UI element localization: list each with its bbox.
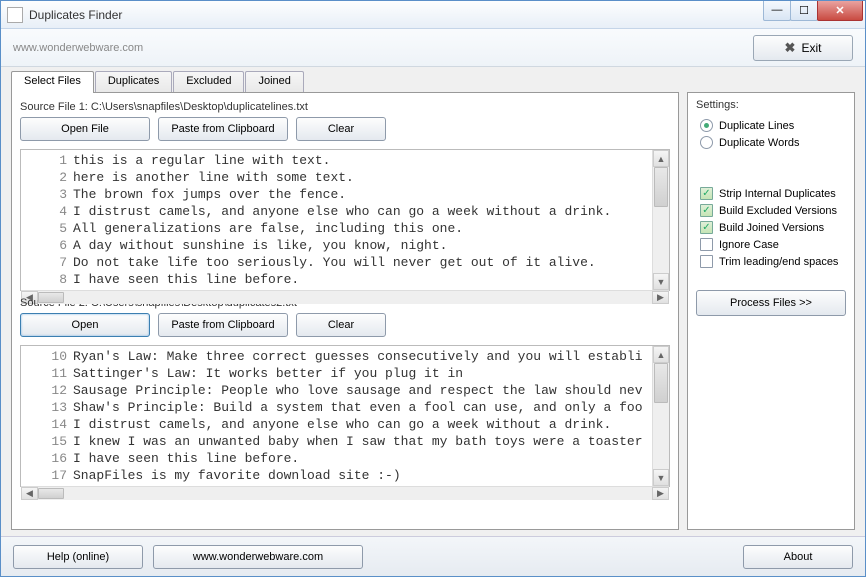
check-label: Trim leading/end spaces [719, 256, 838, 268]
toolbar-url: www.wonderwebware.com [13, 42, 753, 54]
radio-duplicate-words[interactable]: Duplicate Words [700, 136, 846, 149]
tab-select-files[interactable]: Select Files [11, 71, 94, 93]
check-label: Ignore Case [719, 239, 779, 251]
check-label: Build Joined Versions [719, 222, 824, 234]
tab-excluded[interactable]: Excluded [173, 71, 244, 93]
minimize-button[interactable]: — [763, 1, 791, 21]
radio-label: Duplicate Words [719, 137, 800, 149]
settings-panel: Settings: Duplicate Lines Duplicate Word… [687, 92, 855, 530]
source1-gutter: 1 2 3 4 5 6 7 8 [21, 152, 73, 288]
source1-clear-button[interactable]: Clear [296, 117, 386, 141]
source1-vscrollbar[interactable]: ▲ ▼ [652, 150, 669, 290]
source2-open-button[interactable]: Open [20, 313, 150, 337]
process-button[interactable]: Process Files >> [696, 290, 846, 316]
source2-clear-button[interactable]: Clear [296, 313, 386, 337]
radio-icon [700, 119, 713, 132]
source1-lines: this is a regular line with text. here i… [73, 152, 652, 288]
about-button[interactable]: About [743, 545, 853, 569]
check-option-0[interactable]: Strip Internal Duplicates [700, 187, 846, 200]
app-icon [7, 7, 23, 23]
check-label: Build Excluded Versions [719, 205, 837, 217]
scroll-right-icon[interactable]: ▶ [652, 487, 669, 500]
source1-paste-button[interactable]: Paste from Clipboard [158, 117, 288, 141]
scroll-down-icon[interactable]: ▼ [653, 273, 669, 290]
exit-button[interactable]: ✖ Exit [753, 35, 853, 61]
check-option-3[interactable]: Ignore Case [700, 238, 846, 251]
scroll-down-icon[interactable]: ▼ [653, 469, 669, 486]
scroll-thumb[interactable] [654, 363, 668, 403]
site-button[interactable]: www.wonderwebware.com [153, 545, 363, 569]
x-icon: ✖ [785, 40, 796, 56]
scroll-thumb[interactable] [654, 167, 668, 207]
check-label: Strip Internal Duplicates [719, 188, 836, 200]
checkbox-icon [700, 255, 713, 268]
checkbox-icon [700, 204, 713, 217]
source2-paste-button[interactable]: Paste from Clipboard [158, 313, 288, 337]
footer: Help (online) www.wonderwebware.com Abou… [1, 536, 865, 576]
window-title: Duplicates Finder [29, 8, 764, 22]
check-option-1[interactable]: Build Excluded Versions [700, 204, 846, 217]
source2-textbox[interactable]: 10 11 12 13 14 15 16 17 Ryan's Law: Make… [20, 345, 670, 487]
checkbox-icon [700, 238, 713, 251]
source2-gutter: 10 11 12 13 14 15 16 17 [21, 348, 73, 484]
tabs: Select Files Duplicates Excluded Joined [11, 71, 679, 93]
scroll-up-icon[interactable]: ▲ [653, 150, 669, 167]
source2-hscrollbar[interactable]: ◀ ▶ [21, 486, 669, 500]
close-button[interactable]: ✕ [817, 1, 863, 21]
source1-label: Source File 1: C:\Users\snapfiles\Deskto… [20, 101, 670, 113]
source1-open-button[interactable]: Open File [20, 117, 150, 141]
tab-panel-select-files: Source File 1: C:\Users\snapfiles\Deskto… [11, 92, 679, 530]
titlebar: Duplicates Finder — ☐ ✕ [1, 1, 865, 29]
check-option-2[interactable]: Build Joined Versions [700, 221, 846, 234]
scroll-up-icon[interactable]: ▲ [653, 346, 669, 363]
toolbar: www.wonderwebware.com ✖ Exit [1, 29, 865, 67]
tab-duplicates[interactable]: Duplicates [95, 71, 172, 93]
source1-textbox[interactable]: 1 2 3 4 5 6 7 8 this is a regular line w… [20, 149, 670, 291]
settings-title: Settings: [696, 99, 846, 111]
source2-lines: Ryan's Law: Make three correct guesses c… [73, 348, 652, 484]
source2-vscrollbar[interactable]: ▲ ▼ [652, 346, 669, 486]
source1-hscrollbar[interactable]: ◀ ▶ [21, 290, 669, 304]
radio-icon [700, 136, 713, 149]
radio-duplicate-lines[interactable]: Duplicate Lines [700, 119, 846, 132]
scroll-thumb[interactable] [38, 488, 64, 499]
checkbox-icon [700, 221, 713, 234]
maximize-button[interactable]: ☐ [790, 1, 818, 21]
help-button[interactable]: Help (online) [13, 545, 143, 569]
checkbox-icon [700, 187, 713, 200]
radio-label: Duplicate Lines [719, 120, 794, 132]
tab-joined[interactable]: Joined [245, 71, 303, 93]
exit-label: Exit [801, 41, 821, 55]
scroll-left-icon[interactable]: ◀ [21, 487, 38, 500]
scroll-thumb[interactable] [38, 292, 64, 303]
check-option-4[interactable]: Trim leading/end spaces [700, 255, 846, 268]
